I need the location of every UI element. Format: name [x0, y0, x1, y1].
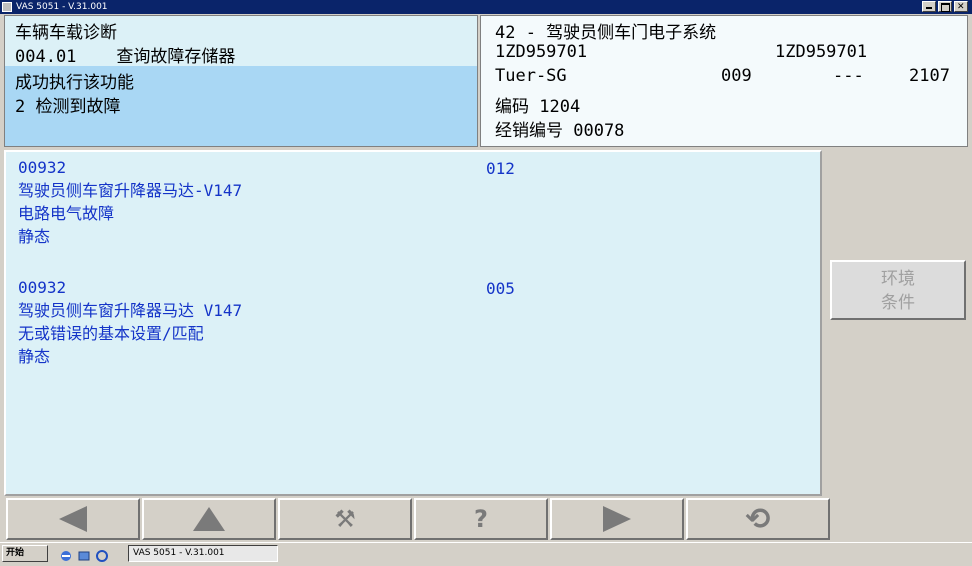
- version-value: 009: [721, 66, 752, 86]
- back-button[interactable]: [6, 498, 140, 540]
- fault-code: 00932: [18, 158, 67, 177]
- quick-launch-desktop-icon[interactable]: [78, 547, 90, 561]
- function-info-panel: 车辆车载诊断 004.01 查询故障存储器 成功执行该功能 2 检测到故障: [4, 15, 478, 147]
- dealer-number: 经销编号 00078: [495, 121, 625, 141]
- side-button-area: 环境 条件: [824, 150, 972, 496]
- system-name: 42 - 驾驶员侧车门电子系统: [495, 23, 717, 43]
- arrow-right-icon: [603, 506, 631, 532]
- help-button[interactable]: ?: [414, 498, 548, 540]
- arrow-left-icon: [59, 506, 87, 532]
- help-icon: ?: [474, 505, 488, 533]
- up-button[interactable]: [142, 498, 276, 540]
- control-unit-info-panel: 42 - 驾驶员侧车门电子系统 1ZD959701 1ZD959701 Tuer…: [480, 15, 968, 147]
- window-controls: [922, 0, 968, 14]
- quick-launch-ie-icon[interactable]: [60, 547, 72, 561]
- part-number: 1ZD959701: [495, 42, 588, 62]
- refresh-icon: ⟲: [745, 501, 771, 537]
- fault-description: 电路电气故障: [18, 204, 115, 223]
- fault-list[interactable]: 00932 驾驶员侧车窗升降器马达-V147 电路电气故障 静态 012 009…: [4, 150, 822, 496]
- version-dashes: ---: [833, 66, 864, 86]
- fault-type-code: 012: [486, 159, 515, 178]
- component-name: Tuer-SG: [495, 66, 567, 86]
- fault-description: 无或错误的基本设置/匹配: [18, 324, 204, 343]
- arrow-up-icon: [193, 507, 225, 531]
- part-number-2: 1ZD959701: [775, 42, 868, 62]
- function-code: 004.01: [15, 47, 77, 67]
- maximize-button[interactable]: [938, 1, 952, 12]
- minimize-button[interactable]: [922, 1, 936, 12]
- env-button-label-1: 环境: [881, 269, 915, 289]
- title-bar: VAS 5051 - V.31.001: [0, 0, 972, 14]
- env-button-label-2: 条件: [881, 293, 915, 313]
- quick-launch-media-icon[interactable]: [96, 547, 108, 562]
- close-button[interactable]: [954, 0, 968, 14]
- function-line: 004.01 查询故障存储器: [15, 42, 235, 67]
- function-name: 查询故障存储器: [116, 47, 236, 67]
- forward-button[interactable]: [550, 498, 684, 540]
- app-icon: [2, 2, 12, 12]
- list-item[interactable]: 00932 驾驶员侧车窗升降器马达-V147 电路电气故障 静态: [18, 156, 242, 248]
- software-value: 2107: [909, 66, 950, 86]
- coding-value: 编码 1204: [495, 97, 581, 117]
- list-item[interactable]: 00932 驾驶员侧车窗升降器马达 V147 无或错误的基本设置/匹配 静态: [18, 276, 242, 368]
- taskbar-task-vas[interactable]: VAS 5051 - V.31.001: [128, 545, 278, 562]
- vehicle-diagnosis-title: 车辆车载诊断: [15, 23, 117, 43]
- fault-code: 00932: [18, 278, 67, 297]
- start-button[interactable]: 开始: [2, 545, 48, 562]
- fault-name: 驾驶员侧车窗升降器马达 V147: [18, 301, 243, 320]
- execution-status: 成功执行该功能: [15, 73, 134, 93]
- taskbar: 开始 VAS 5051 - V.31.001: [0, 542, 972, 564]
- tools-icon: ⚒: [334, 505, 356, 533]
- window-title: VAS 5051 - V.31.001: [16, 2, 108, 12]
- tools-button[interactable]: ⚒: [278, 498, 412, 540]
- fault-status: 静态: [18, 347, 51, 366]
- bottom-toolbar: ⚒ ? ⟲: [4, 498, 968, 542]
- fault-name: 驾驶员侧车窗升降器马达-V147: [18, 181, 243, 200]
- fault-type-code: 005: [486, 279, 515, 298]
- fault-count: 2 检测到故障: [15, 97, 121, 117]
- refresh-button[interactable]: ⟲: [686, 498, 830, 540]
- fault-status: 静态: [18, 227, 51, 246]
- environment-conditions-button[interactable]: 环境 条件: [830, 260, 966, 320]
